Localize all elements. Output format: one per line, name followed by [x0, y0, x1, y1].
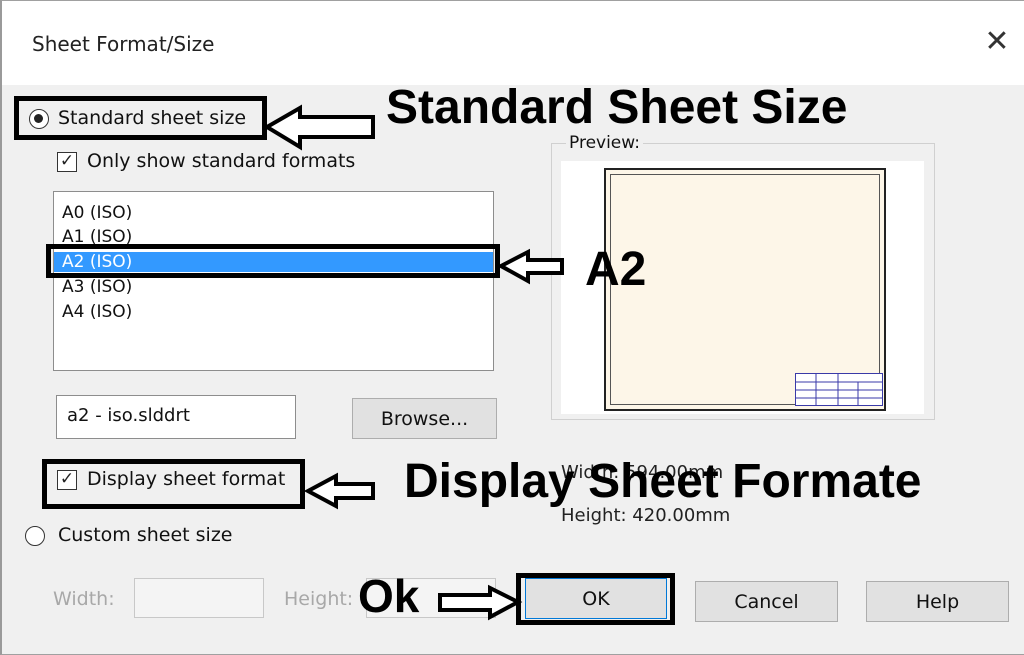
annotation-standard: Standard Sheet Size: [386, 81, 848, 134]
arrow-right-icon: [438, 584, 523, 621]
arrow-left-icon: [496, 248, 564, 285]
arrow-left-icon: [263, 104, 375, 151]
annotation-ok: Ok: [358, 570, 420, 622]
annotation-a2: A2: [585, 243, 647, 296]
annotation-display: Display Sheet Formate: [404, 455, 922, 508]
arrow-left-icon: [303, 472, 375, 510]
